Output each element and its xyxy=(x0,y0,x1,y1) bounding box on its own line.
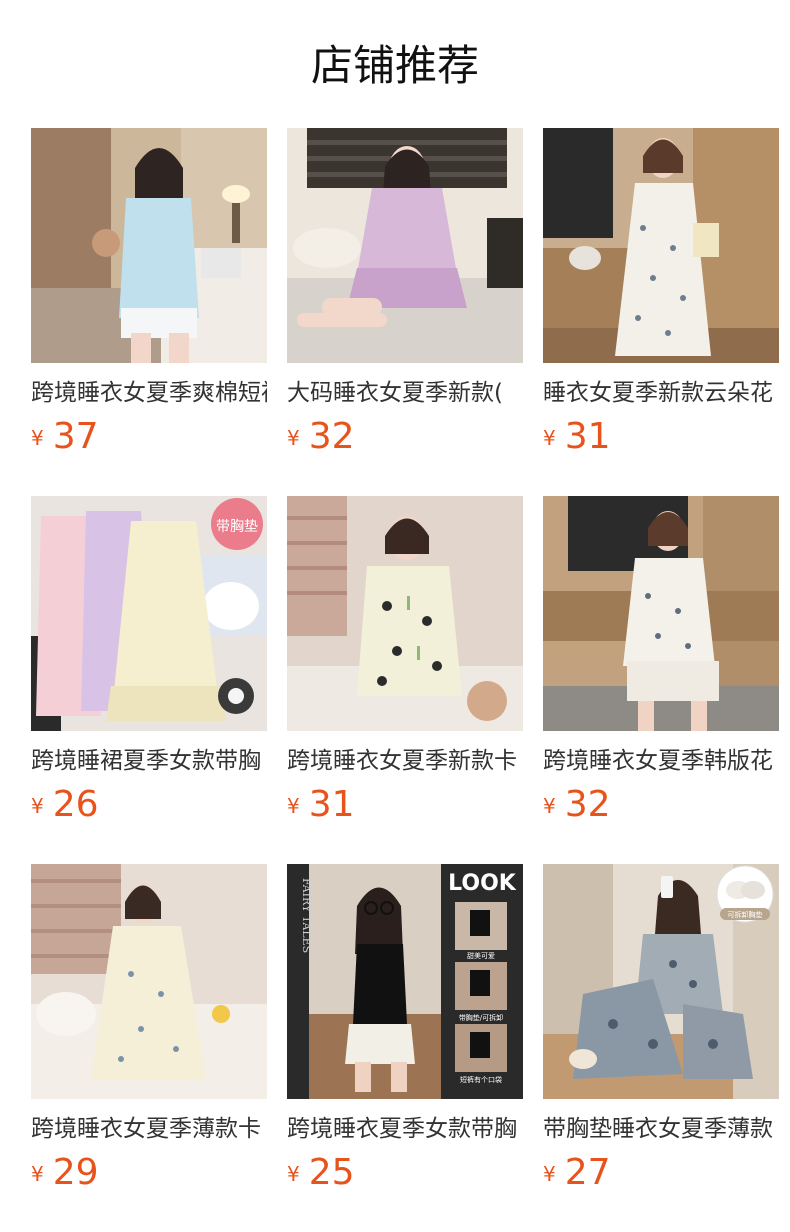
currency-symbol: ¥ xyxy=(31,1162,44,1186)
product-price: ¥32 xyxy=(287,414,355,460)
nightdress-cream-floral-photo xyxy=(31,864,267,1099)
page-title: 店铺推荐 xyxy=(310,41,479,90)
product-price: ¥31 xyxy=(543,414,611,460)
currency-symbol: ¥ xyxy=(31,426,44,450)
product-image[interactable] xyxy=(287,496,523,731)
product-badge: 可拆卸胸垫 xyxy=(728,910,763,919)
product-card[interactable]: 跨境睡衣女夏季薄款卡 ¥29 xyxy=(31,864,267,1194)
product-price: ¥27 xyxy=(543,1150,611,1196)
pajama-panda-print-photo xyxy=(287,496,523,731)
pajama-ruffle-set-photo xyxy=(543,496,779,731)
product-price: ¥26 xyxy=(31,782,99,828)
product-image[interactable] xyxy=(543,496,779,731)
product-image[interactable]: 可拆卸胸垫 xyxy=(543,864,779,1099)
price-value: 29 xyxy=(52,1152,99,1193)
product-price: ¥29 xyxy=(31,1150,99,1196)
product-card[interactable]: FAIRY TALES LOOK 甜美可爱 带胸垫/可拆卸 短裤有个口袋 跨境睡… xyxy=(287,864,523,1194)
product-card[interactable]: 跨境睡衣女夏季爽棉短袖 ¥37 xyxy=(31,128,267,458)
currency-symbol: ¥ xyxy=(543,426,556,450)
currency-symbol: ¥ xyxy=(543,1162,556,1186)
product-image[interactable] xyxy=(31,128,267,363)
price-value: 25 xyxy=(308,1152,355,1193)
product-name[interactable]: 睡衣女夏季新款云朵花 xyxy=(543,376,779,410)
price-value: 32 xyxy=(308,416,355,457)
price-value: 27 xyxy=(564,1152,611,1193)
product-price: ¥31 xyxy=(287,782,355,828)
nightdress-three-colors-photo: 带胸垫 xyxy=(31,496,267,731)
price-value: 26 xyxy=(52,784,99,825)
look-title: LOOK xyxy=(448,871,517,896)
product-card[interactable]: 跨境睡衣女夏季韩版花 ¥32 xyxy=(543,496,779,826)
product-card[interactable]: 睡衣女夏季新款云朵花 ¥31 xyxy=(543,128,779,458)
product-name[interactable]: 跨境睡衣女夏季薄款卡 xyxy=(31,1112,267,1146)
price-value: 31 xyxy=(564,416,611,457)
look-caption: 带胸垫/可拆卸 xyxy=(459,1013,503,1022)
product-card[interactable]: 可拆卸胸垫 带胸垫睡衣女夏季薄款 ¥27 xyxy=(543,864,779,1194)
product-image[interactable] xyxy=(287,128,523,363)
currency-symbol: ¥ xyxy=(287,426,300,450)
product-name[interactable]: 跨境睡衣女夏季爽棉短袖 xyxy=(31,376,267,410)
product-name[interactable]: 跨境睡衣女夏季韩版花 xyxy=(543,744,779,778)
product-image[interactable] xyxy=(31,864,267,1099)
price-value: 37 xyxy=(52,416,99,457)
product-name[interactable]: 带胸垫睡衣女夏季薄款 xyxy=(543,1112,779,1146)
currency-symbol: ¥ xyxy=(287,794,300,818)
product-name[interactable]: 跨境睡衣夏季女款带胸 xyxy=(287,1112,523,1146)
product-image[interactable]: 带胸垫 xyxy=(31,496,267,731)
product-card[interactable]: 带胸垫 跨境睡裙夏季女款带胸 ¥26 xyxy=(31,496,267,826)
product-name[interactable]: 跨境睡衣女夏季新款卡 xyxy=(287,744,523,778)
look-caption: 短裤有个口袋 xyxy=(460,1075,502,1084)
product-price: ¥32 xyxy=(543,782,611,828)
product-card[interactable]: 跨境睡衣女夏季新款卡 ¥31 xyxy=(287,496,523,826)
product-image[interactable] xyxy=(543,128,779,363)
pajama-pink-dress-photo xyxy=(287,128,523,363)
nightdress-white-print-photo xyxy=(543,128,779,363)
side-text: FAIRY TALES xyxy=(300,878,313,953)
product-grid: 跨境睡衣女夏季爽棉短袖 ¥37 大码睡衣女夏季新款(¥ 32 睡衣女夏季新款云… xyxy=(31,128,790,1232)
product-image[interactable]: FAIRY TALES LOOK 甜美可爱 带胸垫/可拆卸 短裤有个口袋 xyxy=(287,864,523,1099)
currency-symbol: ¥ xyxy=(287,1162,300,1186)
product-badge: 带胸垫 xyxy=(216,519,258,535)
product-price: ¥25 xyxy=(287,1150,355,1196)
product-name[interactable]: 大码睡衣女夏季新款( xyxy=(287,376,523,410)
look-caption: 甜美可爱 xyxy=(467,951,495,960)
product-name[interactable]: 跨境睡裙夏季女款带胸 xyxy=(31,744,267,778)
product-card[interactable]: 大码睡衣女夏季新款( ¥32 xyxy=(287,128,523,458)
product-price: ¥37 xyxy=(31,414,99,460)
price-value: 31 xyxy=(308,784,355,825)
pajama-blue-short-set-photo xyxy=(31,128,267,363)
pajama-toile-print-photo: 可拆卸胸垫 xyxy=(543,864,779,1099)
currency-symbol: ¥ xyxy=(31,794,44,818)
currency-symbol: ¥ xyxy=(543,794,556,818)
camisole-black-set-photo: FAIRY TALES LOOK 甜美可爱 带胸垫/可拆卸 短裤有个口袋 xyxy=(287,864,523,1099)
price-value: 32 xyxy=(564,784,611,825)
